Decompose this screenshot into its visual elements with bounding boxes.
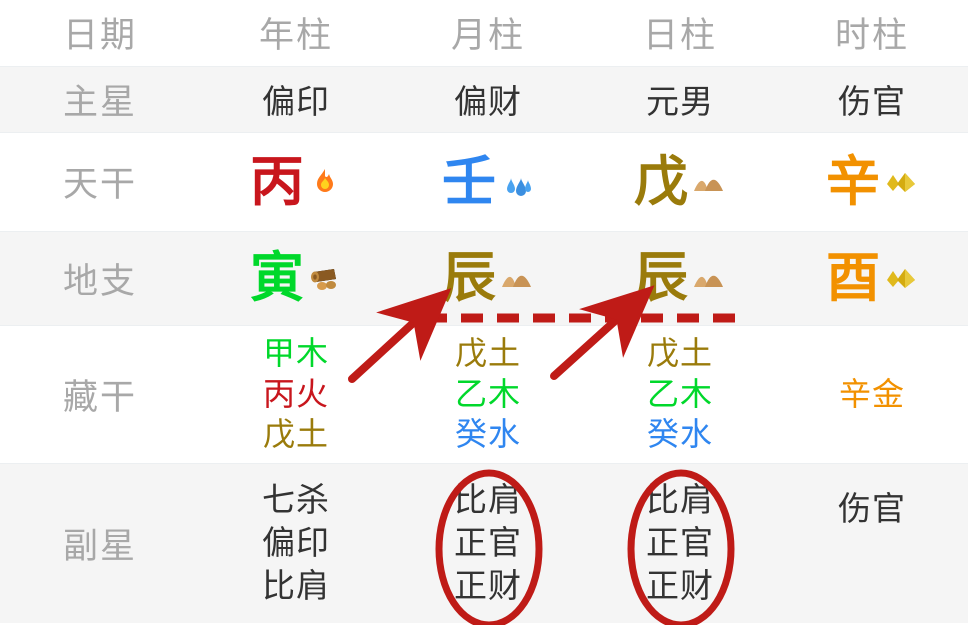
row-main-star: 主星 偏印 偏财 元男 伤官 — [0, 65, 968, 132]
hidden-stems-year: 甲木 丙火 戊土 — [200, 324, 392, 463]
hidden-stem-item: 丙火 — [262, 375, 329, 412]
earthly-branch-hour: 酉 — [776, 230, 968, 325]
heavenly-stem-day: 戊 — [584, 131, 776, 231]
auxiliary-stars-year: 七杀 偏印 比肩 — [200, 462, 392, 623]
row-label-auxiliary-stars: 副星 — [0, 462, 200, 623]
hidden-stem-item: 戊土 — [262, 416, 329, 453]
header-hour-pillar: 时柱 — [776, 0, 968, 66]
main-star-hour: 伤官 — [776, 65, 968, 132]
bazi-chart: 日期 年柱 月柱 日柱 时柱 主星 偏印 偏财 元男 伤官 天干 丙 壬 戊 辛… — [0, 0, 968, 625]
metal-gems-emoji — [884, 263, 918, 293]
main-star-month: 偏财 — [392, 65, 584, 132]
hidden-stems-day: 戊土 乙木 癸水 — [584, 324, 776, 463]
hidden-stems-hour: 辛金 — [776, 324, 968, 463]
fire-emoji — [308, 167, 342, 197]
water-drops-emoji — [500, 167, 534, 197]
hidden-stem-item: 甲木 — [262, 334, 329, 371]
row-label-heavenly-stems: 天干 — [0, 131, 200, 231]
heavenly-stem-day-glyph: 戊 — [634, 151, 688, 212]
auxiliary-star-item: 比肩 — [262, 566, 330, 604]
hidden-stems-month: 戊土 乙木 癸水 — [392, 324, 584, 463]
heavenly-stem-year: 丙 — [200, 131, 392, 231]
main-star-day: 元男 — [584, 65, 776, 132]
heavenly-stem-year-glyph: 丙 — [250, 151, 304, 212]
auxiliary-star-item: 七杀 — [262, 480, 330, 518]
heavenly-stem-month-glyph: 壬 — [442, 151, 496, 212]
header-month-pillar: 月柱 — [392, 0, 584, 66]
bazi-table: 日期 年柱 月柱 日柱 时柱 主星 偏印 偏财 元男 伤官 天干 丙 壬 戊 辛… — [0, 0, 968, 623]
earthly-branch-day: 辰 — [584, 230, 776, 325]
metal-gems-emoji — [884, 167, 918, 197]
hidden-stem-item: 癸水 — [646, 416, 713, 453]
main-star-year: 偏印 — [200, 65, 392, 132]
row-earthly-branches: 地支 寅 辰 辰 酉 — [0, 230, 968, 325]
auxiliary-star-item: 伤官 — [838, 489, 906, 527]
heavenly-stem-month: 壬 — [392, 131, 584, 231]
auxiliary-star-item: 正财 — [454, 566, 522, 604]
row-auxiliary-stars: 副星 七杀 偏印 比肩 比肩 正官 正财 比肩 正官 正财 伤官 — [0, 462, 968, 623]
earthly-branch-day-glyph: 辰 — [634, 248, 688, 308]
auxiliary-stars-day: 比肩 正官 正财 — [584, 462, 776, 623]
row-label-hidden-stems: 藏干 — [0, 324, 200, 463]
auxiliary-star-item: 正财 — [646, 566, 714, 604]
auxiliary-stars-month: 比肩 正官 正财 — [392, 462, 584, 623]
header-year-pillar: 年柱 — [200, 0, 392, 66]
wood-log-emoji — [308, 263, 342, 293]
row-hidden-stems: 藏干 甲木 丙火 戊土 戊土 乙木 癸水 戊土 乙木 癸水 辛金 — [0, 324, 968, 463]
hidden-stem-item: 戊土 — [646, 334, 713, 371]
auxiliary-star-item: 比肩 — [646, 480, 714, 518]
row-label-main-star: 主星 — [0, 65, 200, 132]
auxiliary-star-item: 偏印 — [262, 523, 330, 561]
header-date-label: 日期 — [0, 0, 200, 66]
auxiliary-star-item: 正官 — [454, 523, 522, 561]
heavenly-stem-hour-glyph: 辛 — [826, 151, 880, 212]
row-heavenly-stems: 天干 丙 壬 戊 辛 — [0, 131, 968, 231]
row-label-earthly-branches: 地支 — [0, 230, 200, 325]
earth-mound-emoji — [500, 263, 534, 293]
auxiliary-stars-hour: 伤官 — [776, 462, 968, 623]
hidden-stem-item: 乙木 — [646, 375, 713, 412]
earthly-branch-year: 寅 — [200, 230, 392, 325]
heavenly-stem-hour: 辛 — [776, 131, 968, 231]
header-day-pillar: 日柱 — [584, 0, 776, 66]
earth-mound-emoji — [692, 167, 726, 197]
earthly-branch-hour-glyph: 酉 — [826, 248, 880, 308]
earthly-branch-year-glyph: 寅 — [250, 248, 304, 308]
table-header-row: 日期 年柱 月柱 日柱 时柱 — [0, 0, 968, 66]
earth-mound-emoji — [692, 263, 726, 293]
earthly-branch-month-glyph: 辰 — [442, 248, 496, 308]
hidden-stem-item: 戊土 — [454, 334, 521, 371]
auxiliary-star-item: 正官 — [646, 523, 714, 561]
auxiliary-star-item: 比肩 — [454, 480, 522, 518]
hidden-stem-item: 癸水 — [454, 416, 521, 453]
hidden-stem-item: 乙木 — [454, 375, 521, 412]
hidden-stem-item: 辛金 — [838, 375, 905, 412]
earthly-branch-month: 辰 — [392, 230, 584, 325]
